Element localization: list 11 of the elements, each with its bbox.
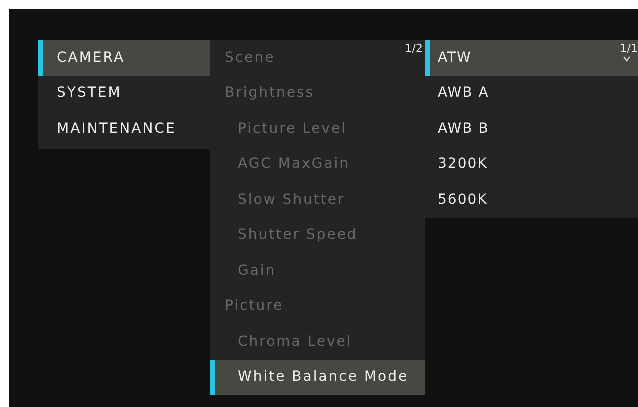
menu-item[interactable]: MAINTENANCE	[38, 111, 210, 146]
page-indicator: 1/1	[620, 42, 638, 55]
menu-item[interactable]: CAMERA	[38, 40, 210, 76]
option-item[interactable]: 5600K	[425, 182, 638, 218]
option-item[interactable]: AWB B	[425, 111, 638, 146]
menu-item[interactable]: White Balance Mode	[210, 360, 425, 395]
option-item[interactable]: 3200K	[425, 146, 638, 182]
chevron-down-icon	[623, 56, 631, 62]
option-item[interactable]: AWB A	[425, 76, 638, 111]
page-indicator: 1/2	[405, 42, 423, 55]
menu-item[interactable]: SYSTEM	[38, 76, 210, 111]
